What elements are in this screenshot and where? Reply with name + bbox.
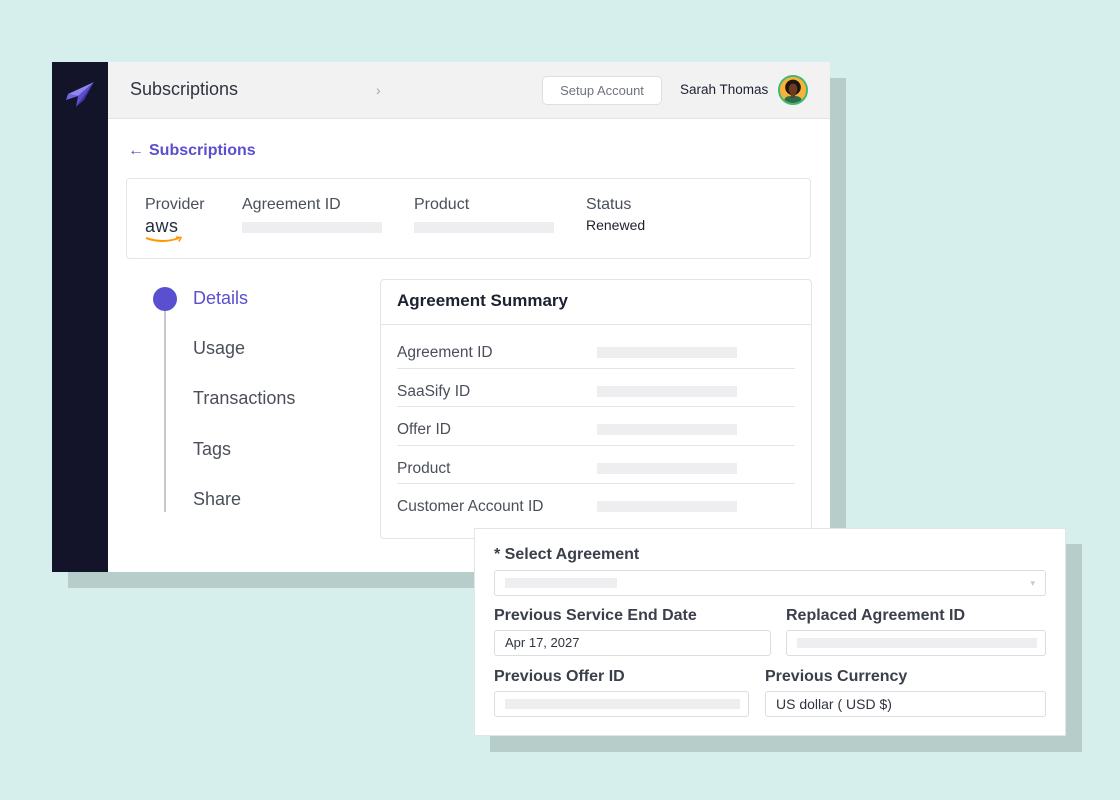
- previous-offer-id-field[interactable]: [494, 691, 749, 717]
- previous-currency-label: Previous Currency: [765, 668, 908, 685]
- back-link-label: Subscriptions: [149, 142, 256, 159]
- agreement-summary-title: Agreement Summary: [381, 280, 811, 325]
- setup-account-button[interactable]: Setup Account: [542, 76, 662, 105]
- summary-value-placeholder: [597, 347, 737, 358]
- status-value: Renewed: [586, 217, 646, 233]
- page-title: Subscriptions: [130, 79, 239, 99]
- previous-offer-id-placeholder: [505, 699, 740, 709]
- steps-connector-line: [164, 302, 166, 512]
- avatar[interactable]: [778, 75, 808, 105]
- select-agreement-label: * Select Agreement: [494, 546, 640, 563]
- summary-row-label: Customer Account ID: [397, 498, 544, 515]
- chevron-right-icon: ›: [376, 82, 381, 98]
- summary-row-product: Product: [397, 446, 795, 484]
- summary-row-customer-account-id: Customer Account ID: [397, 484, 795, 523]
- previous-service-end-date-label: Previous Service End Date: [494, 607, 697, 624]
- replaced-agreement-id-placeholder: [797, 638, 1037, 648]
- summary-value-placeholder: [597, 462, 737, 474]
- summary-value-placeholder: [597, 501, 737, 512]
- product-label: Product: [414, 196, 470, 213]
- select-chevron-icon: ▾: [1030, 578, 1035, 588]
- summary-value-placeholder: [597, 385, 737, 397]
- select-agreement-dropdown[interactable]: ▾: [494, 570, 1046, 596]
- active-step-indicator: [153, 287, 177, 311]
- app-logo-icon[interactable]: [64, 80, 96, 112]
- agreement-id-label: Agreement ID: [242, 196, 341, 213]
- provider-label: Provider: [145, 196, 205, 213]
- subscription-info-card: Provider aws Agreement ID Product Status…: [126, 178, 811, 259]
- aws-logo-icon: aws: [145, 217, 185, 247]
- back-to-subscriptions-link[interactable]: ← Subscriptions: [128, 142, 256, 160]
- previous-offer-id-label: Previous Offer ID: [494, 668, 625, 685]
- previous-service-end-date-field[interactable]: Apr 17, 2027: [494, 630, 771, 656]
- main-window: Subscriptions › Setup Account Sarah Thom…: [52, 62, 830, 572]
- user-name[interactable]: Sarah Thomas: [680, 82, 768, 97]
- topbar: Subscriptions › Setup Account Sarah Thom…: [108, 62, 830, 119]
- status-label: Status: [586, 196, 632, 213]
- product-value-placeholder: [414, 222, 554, 233]
- summary-row-label: Offer ID: [397, 421, 451, 438]
- summary-row-label: Product: [397, 459, 451, 477]
- replaced-agreement-id-field[interactable]: [786, 630, 1046, 656]
- summary-row-agreement-id: Agreement ID: [397, 330, 795, 369]
- replaced-agreement-id-label: Replaced Agreement ID: [786, 607, 966, 624]
- summary-row-saasify-id: SaaSify ID: [397, 369, 795, 407]
- agreement-summary-card: Agreement Summary Agreement ID SaaSify I…: [380, 279, 812, 539]
- agreement-id-value-placeholder: [242, 222, 382, 233]
- agreement-form-card: * Select Agreement ▾ Previous Service En…: [474, 528, 1066, 736]
- step-usage[interactable]: Usage: [193, 338, 245, 359]
- summary-row-offer-id: Offer ID: [397, 407, 795, 446]
- back-arrow-icon: ←: [128, 142, 144, 159]
- step-tags[interactable]: Tags: [193, 439, 231, 460]
- select-agreement-value-placeholder: [505, 578, 617, 588]
- summary-value-placeholder: [597, 424, 737, 435]
- sidebar: [52, 62, 108, 572]
- summary-row-label: Agreement ID: [397, 344, 493, 361]
- summary-row-label: SaaSify ID: [397, 382, 471, 400]
- step-transactions[interactable]: Transactions: [193, 388, 295, 409]
- previous-currency-field[interactable]: US dollar ( USD $): [765, 691, 1046, 717]
- step-details[interactable]: Details: [193, 288, 248, 309]
- aws-logo-text: aws: [145, 216, 179, 236]
- step-share[interactable]: Share: [193, 489, 241, 510]
